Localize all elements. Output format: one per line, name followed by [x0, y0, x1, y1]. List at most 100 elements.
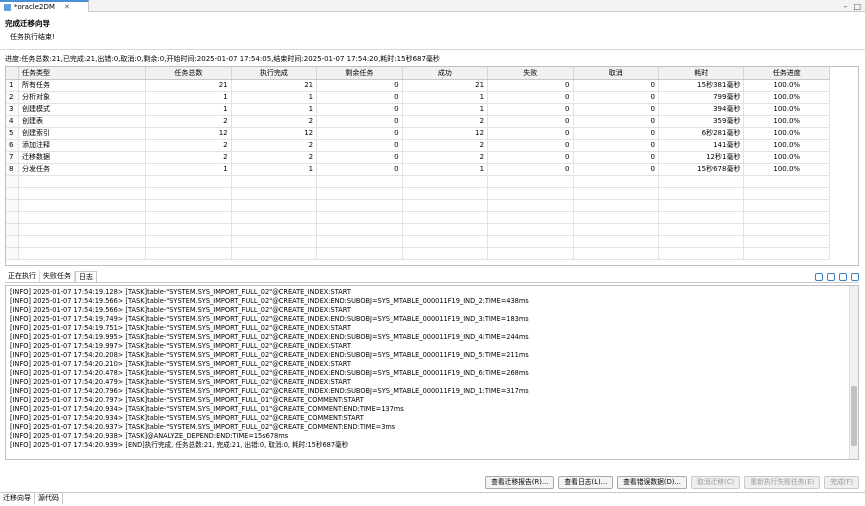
log-line: [INFO] 2025-01-07 17:54:20.210> [TASK]ta…	[10, 360, 351, 368]
empty-row	[6, 247, 830, 260]
empty-cell	[18, 235, 147, 248]
empty-cell	[18, 247, 147, 260]
log-line: [INFO] 2025-01-07 17:54:19.995> [TASK]ta…	[10, 333, 529, 341]
row-index: 6	[6, 139, 19, 152]
table-cell: 0	[487, 103, 574, 116]
table-row[interactable]: 3 创建模式 1 1 0 1 0 0 394毫秒 100.0%	[6, 103, 830, 116]
empty-cell	[145, 223, 232, 236]
empty-cell	[231, 235, 318, 248]
scroll-thumb[interactable]	[851, 386, 857, 446]
column-header[interactable]: 任务进度	[743, 67, 830, 80]
tab-source-code[interactable]: 源代码	[35, 493, 63, 504]
empty-cell	[145, 211, 232, 224]
empty-cell	[316, 235, 403, 248]
table-row[interactable]: 8 分发任务 1 1 0 1 0 0 15秒678毫秒 100.0%	[6, 163, 830, 176]
empty-cell	[658, 199, 745, 212]
empty-cell	[316, 211, 403, 224]
empty-cell	[6, 175, 19, 188]
table-cell: 100.0%	[743, 139, 830, 152]
table-cell: 0	[573, 91, 659, 104]
table-row[interactable]: 2 分析对象 1 1 0 1 0 0 799毫秒 100.0%	[6, 91, 830, 104]
empty-cell	[573, 235, 659, 248]
view-error-data-button[interactable]: 查看错误数据(D)...	[617, 476, 687, 489]
column-header[interactable]: 耗时	[658, 67, 745, 80]
table-cell: 0	[316, 115, 403, 128]
table-row[interactable]: 6 添加注释 2 2 0 2 0 0 141毫秒 100.0%	[6, 139, 830, 152]
empty-cell	[402, 199, 489, 212]
empty-cell	[145, 175, 232, 188]
table-cell: 0	[487, 127, 574, 140]
empty-cell	[6, 223, 19, 236]
editor-tab[interactable]: *oracle2DM ✕	[0, 0, 89, 12]
table-row[interactable]: 4 创建表 2 2 0 2 0 0 359毫秒 100.0%	[6, 115, 830, 128]
view-log-button[interactable]: 查看日志(L)...	[558, 476, 614, 489]
empty-row	[6, 175, 830, 188]
column-header-index	[6, 67, 19, 80]
log-panel[interactable]: [INFO] 2025-01-07 17:54:19.128> [TASK]ta…	[5, 285, 859, 460]
table-cell: 2	[402, 151, 489, 164]
table-cell: 21	[402, 79, 489, 92]
table-cell: 分析对象	[18, 91, 147, 104]
tab-migration-wizard[interactable]: 迁移向导	[0, 493, 35, 504]
row-index: 7	[6, 151, 19, 164]
log-line: [INFO] 2025-01-07 17:54:19.566> [TASK]ta…	[10, 297, 529, 305]
table-row[interactable]: 5 创建索引 12 12 0 12 0 0 6秒281毫秒 100.0%	[6, 127, 830, 140]
log-line: [INFO] 2025-01-07 17:54:19.997> [TASK]ta…	[10, 342, 351, 350]
empty-cell	[402, 235, 489, 248]
log-line: [INFO] 2025-01-07 17:54:19.128> [TASK]ta…	[10, 288, 351, 296]
empty-cell	[316, 247, 403, 260]
row-index: 4	[6, 115, 19, 128]
table-header-row: 任务类型 任务总数 执行完成 剩余任务 成功 失败 取消 耗时 任务进度	[6, 67, 830, 80]
empty-cell	[231, 175, 318, 188]
tab-log[interactable]: 日志	[75, 271, 97, 282]
empty-row	[6, 235, 830, 248]
table-row[interactable]: 7 迁移数据 2 2 0 2 0 0 12秒1毫秒 100.0%	[6, 151, 830, 164]
column-header[interactable]: 剩余任务	[316, 67, 403, 80]
column-header[interactable]: 任务类型	[18, 67, 147, 80]
refresh-icon[interactable]	[827, 273, 835, 281]
empty-cell	[231, 223, 318, 236]
table-cell: 12秒1毫秒	[658, 151, 745, 164]
column-header[interactable]: 任务总数	[145, 67, 232, 80]
column-header[interactable]: 取消	[573, 67, 659, 80]
log-scrollbar[interactable]	[849, 286, 858, 459]
lock-icon[interactable]	[815, 273, 823, 281]
table-cell: 12	[231, 127, 318, 140]
table-cell: 1	[231, 163, 318, 176]
empty-cell	[18, 175, 147, 188]
table-row[interactable]: 1 所有任务 21 21 0 21 0 0 15秒381毫秒 100.0%	[6, 79, 830, 92]
empty-cell	[231, 211, 318, 224]
wizard-subtitle: 任务执行结束!	[10, 33, 55, 41]
table-cell: 15秒678毫秒	[658, 163, 745, 176]
export-icon[interactable]	[839, 273, 847, 281]
table-cell: 2	[145, 139, 232, 152]
tab-running[interactable]: 正在执行	[5, 271, 40, 282]
empty-cell	[145, 235, 232, 248]
column-header[interactable]: 成功	[402, 67, 489, 80]
empty-cell	[743, 187, 830, 200]
tab-failed[interactable]: 失败任务	[40, 271, 75, 282]
cancel-migration-button[interactable]: 取消迁移(C)	[690, 476, 741, 489]
table-cell: 1	[231, 91, 318, 104]
log-line: [INFO] 2025-01-07 17:54:20.934> [TASK]ta…	[10, 405, 404, 413]
close-icon[interactable]: ✕	[64, 3, 70, 11]
clear-icon[interactable]	[851, 273, 859, 281]
column-header[interactable]: 失败	[487, 67, 574, 80]
maximize-icon[interactable]: □	[853, 2, 861, 11]
column-header[interactable]: 执行完成	[231, 67, 318, 80]
finish-button[interactable]: 完成(F)	[824, 476, 859, 489]
empty-cell	[743, 199, 830, 212]
reexecute-failed-button[interactable]: 重新执行失败任务(E)	[744, 476, 821, 489]
log-line: [INFO] 2025-01-07 17:54:19.749> [TASK]ta…	[10, 315, 529, 323]
empty-cell	[487, 187, 574, 200]
empty-cell	[402, 187, 489, 200]
log-toolbar	[815, 273, 859, 281]
empty-cell	[402, 175, 489, 188]
table-cell: 0	[487, 139, 574, 152]
table-cell: 12	[145, 127, 232, 140]
table-cell: 394毫秒	[658, 103, 745, 116]
view-report-button[interactable]: 查看迁移报告(R)...	[485, 476, 555, 489]
minimize-icon[interactable]: –	[843, 2, 847, 11]
window-controls: – □	[843, 2, 861, 11]
table-cell: 0	[573, 163, 659, 176]
